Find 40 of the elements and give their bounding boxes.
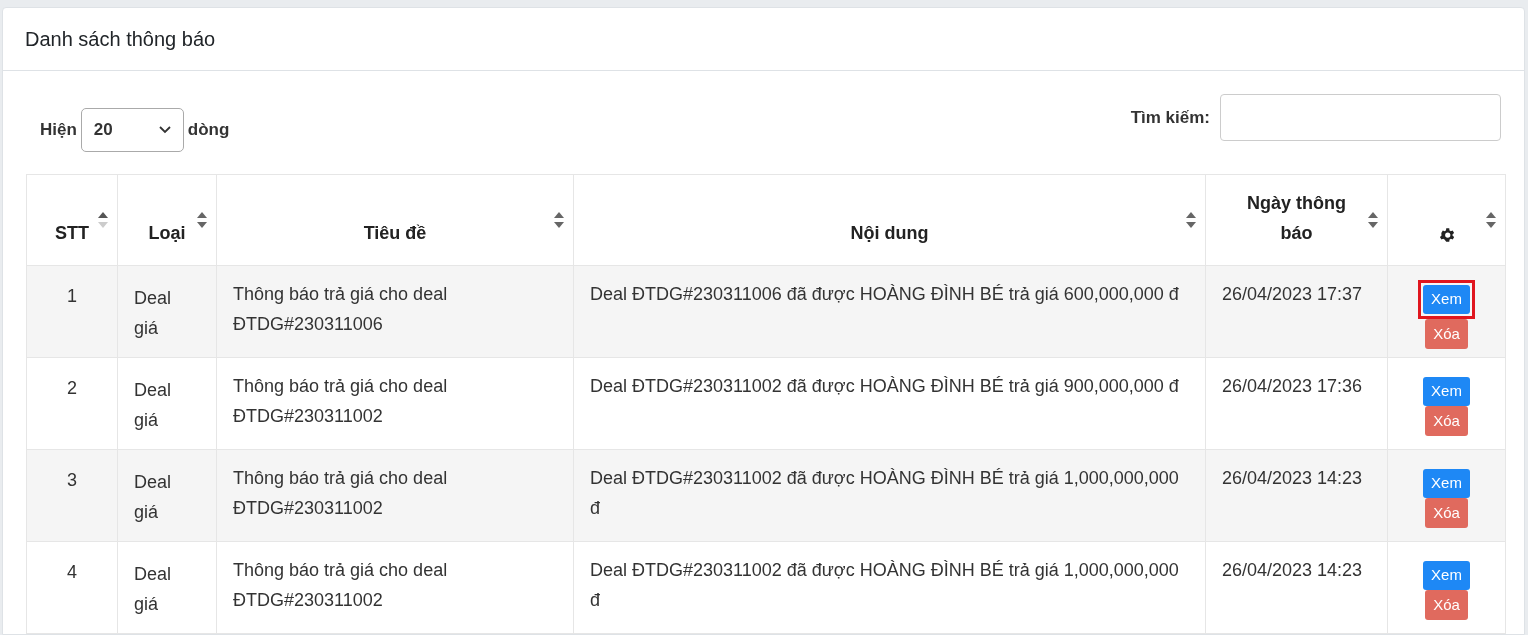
table-cell: 26/04/2023 14:23 bbox=[1222, 468, 1363, 488]
table-cell: Thông báo trả giá cho deal ĐTDG#230311002 bbox=[233, 560, 448, 610]
table-cell: Deal giá bbox=[134, 472, 172, 522]
view-button[interactable]: Xem bbox=[1423, 469, 1470, 498]
search-field[interactable] bbox=[1220, 94, 1501, 141]
table-cell: 26/04/2023 17:36 bbox=[1222, 376, 1363, 396]
table-cell: Deal ĐTDG#230311002 đã được HOÀNG ĐÌNH BÉ trả giá 900,000,000 đ bbox=[590, 376, 1179, 396]
column-header[interactable]: Loại bbox=[148, 218, 186, 248]
table-cell: Deal ĐTDG#230311002 đã được HOÀNG ĐÌNH BÉ trả giá 1,000,000,000 đ bbox=[590, 468, 1179, 518]
settings-icon bbox=[1437, 226, 1456, 245]
delete-button[interactable]: Xóa bbox=[1425, 498, 1468, 528]
table-cell: Deal giá bbox=[134, 380, 172, 430]
table-cell: 4 bbox=[67, 562, 77, 582]
table-cell: 1 bbox=[67, 286, 77, 306]
view-button[interactable]: Xem bbox=[1423, 377, 1470, 406]
length-label: Hiện bbox=[40, 119, 77, 142]
chevron-down-icon bbox=[158, 126, 171, 134]
table-cell: Thông báo trả giá cho deal ĐTDG#230311002 bbox=[233, 376, 448, 426]
column-header[interactable]: Tiêu đề bbox=[363, 218, 427, 248]
view-button[interactable]: Xem bbox=[1423, 285, 1470, 314]
table-cell: Deal giá bbox=[134, 288, 172, 338]
delete-button[interactable]: Xóa bbox=[1425, 319, 1468, 349]
delete-button[interactable]: Xóa bbox=[1425, 590, 1468, 620]
column-header[interactable]: Nội dung bbox=[850, 218, 929, 248]
delete-button[interactable]: Xóa bbox=[1425, 406, 1468, 436]
table-cell: Deal giá bbox=[134, 564, 172, 614]
table-cell: 26/04/2023 17:37 bbox=[1222, 284, 1363, 304]
card-title: Danh sách thông báo bbox=[25, 27, 216, 52]
table-cell: 2 bbox=[67, 378, 77, 398]
table-cell: 3 bbox=[67, 470, 77, 490]
column-header[interactable]: STT bbox=[55, 218, 89, 248]
view-button[interactable]: Xem bbox=[1423, 561, 1470, 590]
table-cell: 26/04/2023 14:23 bbox=[1222, 560, 1363, 580]
table-cell: Deal ĐTDG#230311006 đã được HOÀNG ĐÌNH BÉ trả giá 600,000,000 đ bbox=[590, 284, 1179, 304]
table-cell: Deal ĐTDG#230311002 đã được HOÀNG ĐÌNH BÉ trả giá 1,000,000,000 đ bbox=[590, 560, 1179, 610]
search-label: Tìm kiếm: bbox=[1130, 106, 1210, 129]
table-cell: Thông báo trả giá cho deal ĐTDG#230311006 bbox=[233, 284, 448, 334]
length-label: dòng bbox=[187, 119, 230, 142]
table-cell: Thông báo trả giá cho deal ĐTDG#230311002 bbox=[233, 468, 448, 518]
rows-per-page-select[interactable]: 20 bbox=[80, 108, 184, 152]
